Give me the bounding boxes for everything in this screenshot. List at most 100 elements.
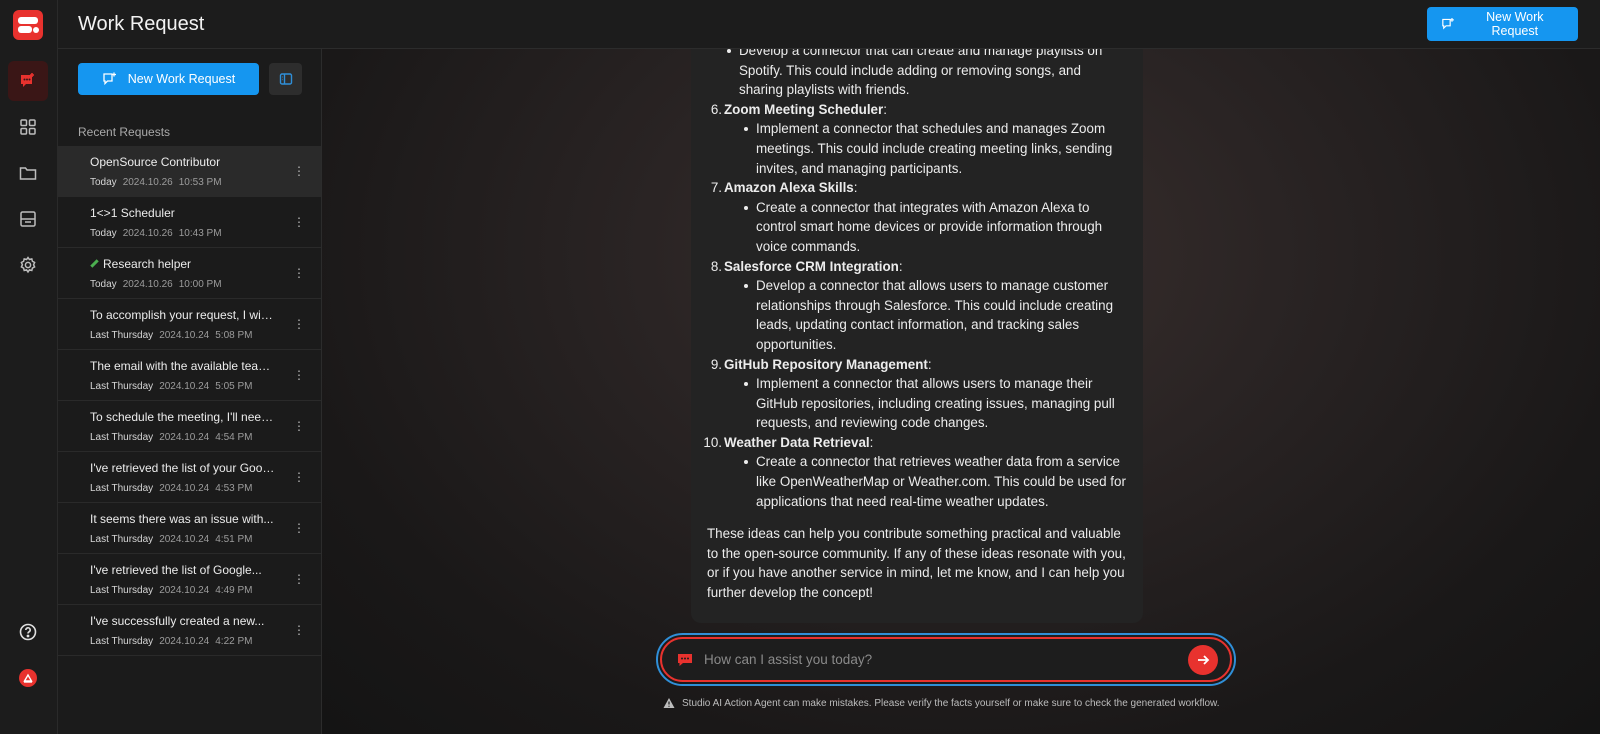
request-time: 5:05 PM (215, 381, 253, 392)
idea-number: 9. (710, 356, 722, 372)
new-request-icon (103, 72, 116, 86)
request-day: Last Thursday (90, 585, 154, 596)
more-options-icon[interactable]: ⋮ (291, 163, 307, 179)
idea-number: 6. (710, 101, 722, 117)
bullet-item: Develop a connector that can create and … (723, 49, 1127, 100)
request-title: 1<>1 Scheduler (90, 206, 175, 220)
request-time: 4:49 PM (215, 585, 253, 596)
request-title: Research helper (90, 257, 275, 272)
request-day: Last Thursday (90, 330, 154, 341)
sidebar-new-work-request-label: New Work Request (127, 72, 236, 86)
idea-item: 9. GitHub Repository Management: Implemen… (707, 355, 1127, 433)
request-title: It seems there was an issue with... (90, 512, 274, 526)
work-request-icon (21, 73, 34, 87)
request-time: 4:53 PM (215, 483, 253, 494)
more-options-icon[interactable]: ⋮ (291, 316, 307, 332)
idea-title: Amazon Alexa Skills (724, 180, 854, 196)
request-time: 4:54 PM (215, 432, 253, 443)
idea-number: 8. (710, 258, 722, 274)
message-input[interactable] (704, 652, 1188, 667)
idea-item: 10. Weather Data Retrieval: Create a conn… (703, 433, 1127, 511)
more-options-icon[interactable]: ⋮ (291, 622, 307, 638)
more-options-icon[interactable]: ⋮ (291, 214, 307, 230)
request-item[interactable]: Research helper Today 2024.10.26 10:00 PM … (58, 248, 321, 299)
help-button[interactable] (8, 612, 48, 652)
request-item[interactable]: I've retrieved the list of Google... Las… (58, 554, 321, 605)
request-item[interactable]: OpenSource Contributor Today 2024.10.26 10… (58, 146, 321, 197)
idea-title: GitHub Repository Management (724, 356, 928, 372)
request-item[interactable]: It seems there was an issue with... Last… (58, 503, 321, 554)
storefront-icon (20, 211, 36, 227)
request-date: 2024.10.26 (122, 279, 173, 290)
request-item[interactable]: To accomplish your request, I will... La… (58, 299, 321, 350)
test-tube-icon (90, 259, 99, 268)
message-composer (656, 633, 1236, 686)
work-request-nav[interactable] (8, 61, 48, 101)
dashboard-grid-icon (20, 119, 36, 135)
more-options-icon[interactable]: ⋮ (291, 520, 307, 536)
top-bullet-list: Develop a connector that can create and … (707, 49, 1127, 100)
request-date: 2024.10.24 (159, 432, 210, 443)
top-header: Work Request New Work Request (58, 0, 1600, 49)
user-avatar[interactable] (8, 658, 48, 698)
user-avatar-icon (19, 669, 37, 687)
request-item[interactable]: To schedule the meeting, I'll need ... L… (58, 401, 321, 452)
request-title: To accomplish your request, I will... (90, 308, 275, 322)
dashboard-nav[interactable] (8, 107, 48, 147)
request-item[interactable]: The email with the available team... Las… (58, 350, 321, 401)
settings-nav[interactable] (8, 245, 48, 285)
idea-title: Zoom Meeting Scheduler (724, 101, 884, 117)
more-options-icon[interactable]: ⋮ (291, 418, 307, 434)
disclaimer: Studio AI Action Agent can make mistakes… (663, 697, 1220, 709)
app-logo[interactable] (13, 10, 43, 40)
request-day: Last Thursday (90, 534, 154, 545)
request-title: I've successfully created a new... (90, 614, 265, 628)
sidebar-new-work-request-button[interactable]: New Work Request (78, 63, 259, 95)
request-day: Today (90, 228, 117, 239)
store-nav[interactable] (8, 199, 48, 239)
request-time: 10:00 PM (178, 279, 222, 290)
request-time: 10:43 PM (178, 228, 222, 239)
idea-item: 6. Zoom Meeting Scheduler: Implement a co… (707, 100, 1127, 178)
send-button[interactable] (1188, 644, 1218, 675)
more-options-icon[interactable]: ⋮ (291, 367, 307, 383)
request-date: 2024.10.24 (159, 381, 210, 392)
request-item[interactable]: I've retrieved the list of your Googl...… (58, 452, 321, 503)
disclaimer-text: Studio AI Action Agent can make mistakes… (682, 697, 1220, 709)
more-options-icon[interactable]: ⋮ (291, 571, 307, 587)
files-nav[interactable] (8, 153, 48, 193)
folder-icon (19, 167, 37, 180)
ideas-list: 6. Zoom Meeting Scheduler: Implement a co… (703, 100, 1127, 511)
idea-description: Implement a connector that schedules and… (740, 119, 1127, 178)
request-date: 2024.10.26 (122, 228, 173, 239)
sidebar-toggle-icon (279, 73, 292, 85)
idea-title: Weather Data Retrieval (724, 434, 870, 450)
idea-description: Create a connector that retrieves weathe… (740, 452, 1127, 511)
request-day: Today (90, 177, 117, 188)
request-item[interactable]: I've successfully created a new... Last … (58, 605, 321, 656)
request-day: Last Thursday (90, 636, 154, 647)
new-work-request-button[interactable]: New Work Request (1427, 7, 1578, 41)
idea-description: Create a connector that integrates with … (740, 198, 1127, 257)
warning-icon (663, 698, 675, 708)
more-options-icon[interactable]: ⋮ (291, 469, 307, 485)
request-title: The email with the available team... (90, 359, 275, 373)
request-day: Last Thursday (90, 432, 154, 443)
request-day: Last Thursday (90, 381, 154, 392)
request-title: I've retrieved the list of Google... (90, 563, 262, 577)
request-day: Last Thursday (90, 483, 154, 494)
collapse-sidebar-button[interactable] (269, 63, 302, 95)
request-date: 2024.10.26 (122, 177, 173, 188)
recent-requests-heading: Recent Requests (78, 125, 171, 139)
request-date: 2024.10.24 (159, 483, 210, 494)
request-time: 5:08 PM (215, 330, 253, 341)
request-date: 2024.10.24 (159, 636, 210, 647)
request-date: 2024.10.24 (159, 534, 210, 545)
request-item[interactable]: 1<>1 Scheduler Today 2024.10.26 10:43 PM ⋮ (58, 197, 321, 248)
more-options-icon[interactable]: ⋮ (291, 265, 307, 281)
chat-area: Develop a connector that can create and … (322, 49, 1600, 734)
chat-bubble-icon (678, 653, 692, 666)
request-time: 10:53 PM (178, 177, 222, 188)
settings-gear-icon (20, 256, 36, 274)
new-work-request-label: New Work Request (1486, 10, 1544, 38)
